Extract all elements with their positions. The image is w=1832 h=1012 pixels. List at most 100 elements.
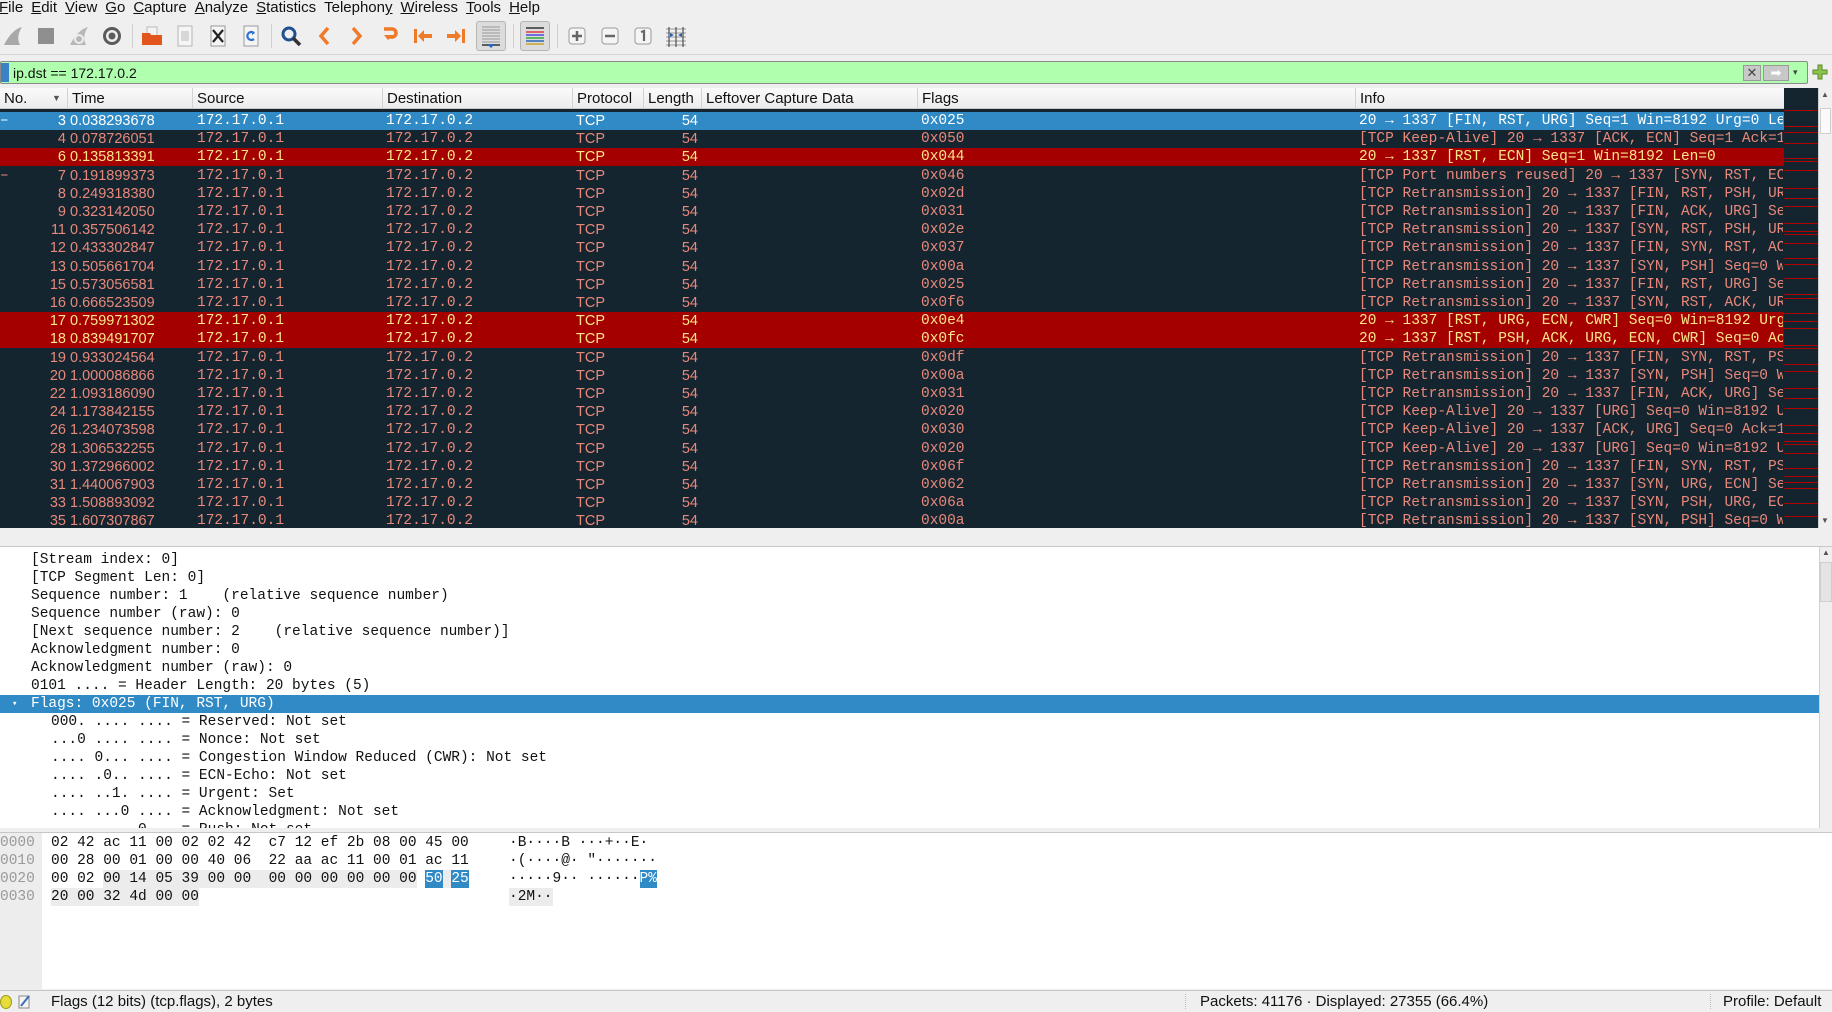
detail-tree-item[interactable]: 000. .... .... = Reserved: Not set (0, 713, 1820, 731)
detail-tree-item[interactable]: [Next sequence number: 2 (relative seque… (0, 623, 1820, 641)
column-header-source[interactable]: Source (193, 88, 383, 109)
column-header-info[interactable]: Info (1356, 88, 1784, 109)
detail-tree-item[interactable]: .... ..1. .... = Urgent: Set (0, 785, 1820, 803)
hex-byte[interactable]: 08 (373, 834, 390, 852)
detail-tree-item[interactable]: .... .... 0... = Push: Not set (0, 821, 1820, 828)
packet-row[interactable]: 15 0.573056581 172.17.0.1 172.17.0.2 TCP 54 0x… (0, 276, 1784, 294)
hex-byte[interactable]: 00 (399, 834, 416, 852)
close-file-button[interactable] (205, 23, 231, 49)
stop-capture-button[interactable] (33, 23, 59, 49)
hex-byte[interactable]: 20 (51, 888, 69, 906)
packet-row[interactable]: 26 1.234073598 172.17.0.1 172.17.0.2 TCP 54 0x… (0, 421, 1784, 439)
hex-byte[interactable]: 14 (129, 870, 147, 888)
hex-byte[interactable]: 39 (181, 870, 199, 888)
packet-row[interactable]: – 3 0.038293678 172.17.0.1 172.17.0.2 TCP 54 0x… (0, 112, 1784, 130)
hex-bytes-line[interactable]: 02 42 ac 11 00 02 02 42 c7 12 ef 2b 08 0… (51, 834, 469, 852)
apply-filter-button[interactable]: ➡ (1763, 64, 1789, 81)
column-header-length[interactable]: Length (644, 88, 702, 109)
hex-byte[interactable]: 00 (346, 870, 365, 888)
details-vertical-scrollbar[interactable]: ▲ (1819, 547, 1832, 828)
first-packet-button[interactable] (410, 23, 436, 49)
column-header-time[interactable]: Time (68, 88, 193, 109)
hex-byte[interactable]: c7 (269, 834, 286, 852)
ascii-bytes-line[interactable]: ·B····B ···+··E· (509, 834, 648, 852)
menu-file[interactable]: File (0, 0, 32, 16)
packet-row[interactable]: 24 1.173842155 172.17.0.1 172.17.0.2 TCP 54 0x… (0, 403, 1784, 421)
hex-byte[interactable]: 25 (451, 870, 469, 888)
column-header-leftover-capture-data[interactable]: Leftover Capture Data (702, 88, 918, 109)
hex-byte[interactable]: 42 (77, 834, 94, 852)
packet-row[interactable]: 16 0.666523509 172.17.0.1 172.17.0.2 TCP 54 0x… (0, 294, 1784, 312)
hex-byte[interactable]: 22 (269, 852, 286, 870)
ascii-bytes-line[interactable]: ·····9·· ······P% (509, 870, 657, 888)
zoom-in-button[interactable] (564, 23, 590, 49)
packet-row[interactable]: 30 1.372966002 172.17.0.1 172.17.0.2 TCP 54 0x… (0, 458, 1784, 476)
find-packet-button[interactable] (278, 23, 304, 49)
hex-byte[interactable]: ac (103, 834, 120, 852)
packet-row[interactable]: 22 1.093186090 172.17.0.1 172.17.0.2 TCP 54 0x… (0, 385, 1784, 403)
hex-byte[interactable]: 00 (51, 852, 68, 870)
open-file-button[interactable] (139, 23, 165, 49)
packet-row[interactable]: 19 0.933024564 172.17.0.1 172.17.0.2 TCP 54 0x… (0, 349, 1784, 367)
hex-byte[interactable]: 02 (77, 870, 94, 888)
hex-byte[interactable]: 00 (103, 870, 121, 888)
packet-row[interactable]: 20 1.000086866 172.17.0.1 172.17.0.2 TCP 54 0x… (0, 367, 1784, 385)
hex-byte[interactable]: 02 (51, 834, 68, 852)
menu-go[interactable]: Go (105, 0, 134, 16)
packet-row[interactable]: – 7 0.191899373 172.17.0.1 172.17.0.2 TCP 54 0x… (0, 167, 1784, 185)
hex-byte[interactable]: ef (321, 834, 338, 852)
packet-row[interactable]: 31 1.440067903 172.17.0.1 172.17.0.2 TCP 54 0x… (0, 476, 1784, 494)
detail-tree-item[interactable]: Sequence number (raw): 0 (0, 605, 1820, 623)
detail-tree-item[interactable]: .... ...0 .... = Acknowledgment: Not set (0, 803, 1820, 821)
packet-row[interactable]: 9 0.323142050 172.17.0.1 172.17.0.2 TCP 54 0x0… (0, 203, 1784, 221)
hex-byte[interactable]: 42 (234, 834, 251, 852)
hex-byte[interactable]: 45 (425, 834, 442, 852)
hex-byte[interactable]: 32 (103, 888, 121, 906)
hex-byte[interactable]: 00 (399, 870, 417, 888)
clear-filter-button[interactable]: ✕ (1743, 64, 1761, 81)
packet-row[interactable]: 18 0.839491707 172.17.0.1 172.17.0.2 TCP 54 0x… (0, 330, 1784, 349)
last-packet-button[interactable] (443, 23, 469, 49)
hex-byte[interactable]: 50 (425, 870, 443, 888)
display-filter-input[interactable] (9, 62, 1743, 83)
go-forward-button[interactable] (344, 23, 370, 49)
hex-byte[interactable]: 4d (129, 888, 147, 906)
filter-bookmark-icon[interactable] (1, 63, 9, 82)
detail-tree-item[interactable]: 0101 .... = Header Length: 20 bytes (5) (0, 677, 1820, 695)
packet-row[interactable]: 6 0.135813391 172.17.0.1 172.17.0.2 TCP 54 0x0… (0, 148, 1784, 167)
hex-byte[interactable]: 11 (451, 852, 468, 870)
scroll-up-icon[interactable]: ▲ (1822, 548, 1830, 557)
menu-help[interactable]: Help (509, 0, 549, 16)
detail-tree-item[interactable]: ...0 .... .... = Nonce: Not set (0, 731, 1820, 749)
detail-tree-item[interactable]: [Stream index: 0] (0, 551, 1820, 569)
detail-tree-item[interactable]: Acknowledgment number (raw): 0 (0, 659, 1820, 677)
menu-view[interactable]: View (65, 0, 106, 16)
hex-byte[interactable]: 00 (77, 888, 95, 906)
column-header-no[interactable]: No. ▼ (0, 88, 68, 109)
hex-byte[interactable]: 00 (373, 852, 390, 870)
detail-tree-item[interactable]: [TCP Segment Len: 0] (0, 569, 1820, 587)
profile-switcher[interactable]: Profile: Default (1723, 993, 1821, 1010)
hex-byte[interactable]: 06 (234, 852, 251, 870)
hex-byte[interactable]: 00 (155, 852, 172, 870)
scrollbar-thumb[interactable] (1820, 108, 1831, 134)
hex-byte[interactable]: 11 (129, 834, 146, 852)
packet-minimap[interactable] (1784, 88, 1818, 528)
hex-bytes-line[interactable]: 00 02 00 14 05 39 00 00 00 00 00 00 00 0… (51, 870, 469, 888)
expand-chevron-icon[interactable]: ▾ (12, 695, 17, 713)
hex-byte[interactable]: 05 (155, 870, 173, 888)
hex-byte[interactable]: 00 (155, 834, 172, 852)
hex-byte[interactable]: ac (321, 852, 338, 870)
hex-byte[interactable]: 00 (320, 870, 339, 888)
normal-size-button[interactable] (630, 23, 656, 49)
hex-byte[interactable]: 02 (182, 834, 199, 852)
detail-tree-item[interactable]: Acknowledgment number: 0 (0, 641, 1820, 659)
hex-byte[interactable]: aa (295, 852, 312, 870)
packet-row[interactable]: 4 0.078726051 172.17.0.1 172.17.0.2 TCP 54 0x0… (0, 130, 1784, 148)
capture-options-button[interactable] (99, 23, 125, 49)
packet-row[interactable]: 28 1.306532255 172.17.0.1 172.17.0.2 TCP 54 0x… (0, 440, 1784, 458)
menu-tools[interactable]: Tools (466, 0, 510, 16)
hex-byte[interactable]: 11 (347, 852, 364, 870)
hex-byte[interactable]: ac (425, 852, 442, 870)
auto-scroll-button[interactable] (476, 20, 506, 51)
